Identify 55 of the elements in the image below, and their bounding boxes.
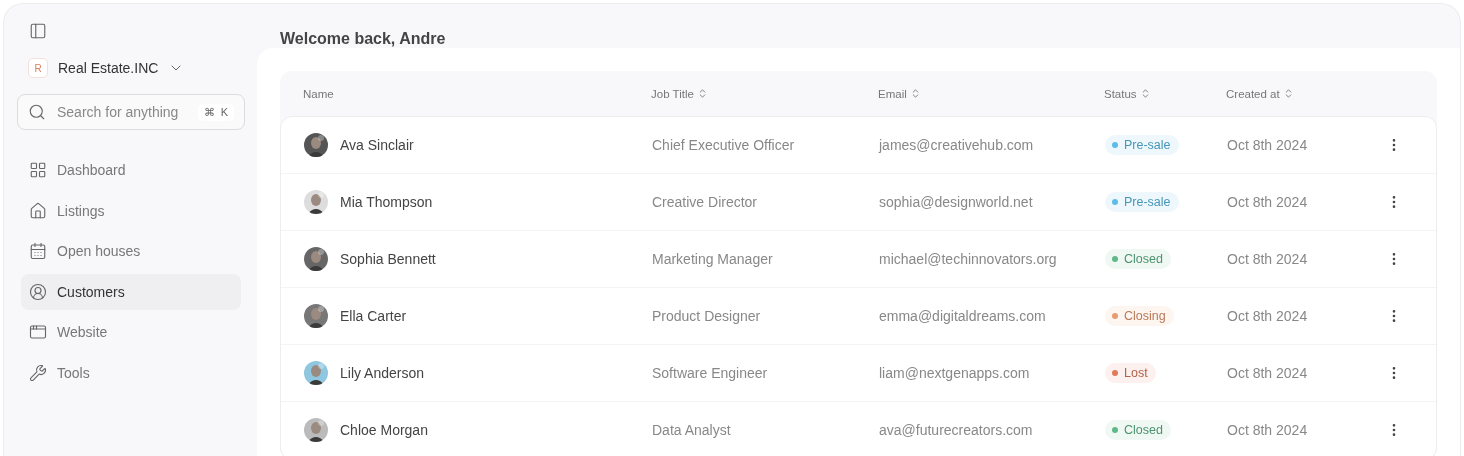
page-title: Welcome back, Andre xyxy=(279,29,447,48)
email: michael@techinnovators.org xyxy=(879,251,1058,267)
status-badge: Pre-sale xyxy=(1105,192,1179,212)
grid-icon xyxy=(29,161,47,179)
shortcut-hint: ⌘ K xyxy=(197,103,234,121)
created-date: Oct 8th 2024 xyxy=(1227,365,1309,381)
created-date: Oct 8th 2024 xyxy=(1227,137,1309,153)
house-icon xyxy=(29,201,47,220)
customer-name: Chloe Morgan xyxy=(340,422,428,438)
job-title: Creative Director xyxy=(652,194,759,210)
email: liam@nextgenapps.com xyxy=(879,365,1031,381)
wrench-icon xyxy=(29,363,47,382)
column-header: Name xyxy=(303,87,335,100)
status-badge: Closing xyxy=(1105,306,1174,326)
search-icon xyxy=(28,103,46,121)
created-date: Oct 8th 2024 xyxy=(1227,308,1309,324)
search-input[interactable]: Search for anything xyxy=(55,103,189,121)
sidebar-toggle-icon[interactable] xyxy=(29,22,47,40)
created-date: Oct 8th 2024 xyxy=(1227,422,1309,438)
column-header[interactable]: Email xyxy=(878,87,1104,100)
status-badge: Closed xyxy=(1105,249,1171,269)
nav-item[interactable]: Website xyxy=(21,314,241,350)
customer-name: Lily Anderson xyxy=(340,365,425,381)
nav-item[interactable]: Open houses xyxy=(21,233,241,269)
column-header[interactable]: Job Title xyxy=(651,87,878,100)
created-date: Oct 8th 2024 xyxy=(1227,194,1309,210)
status-badge: Closed xyxy=(1105,420,1171,440)
job-title: Product Designer xyxy=(652,308,762,324)
email: james@creativehub.com xyxy=(879,137,1035,153)
user-circle-icon xyxy=(29,282,47,301)
status-badge: Lost xyxy=(1105,363,1156,383)
created-date: Oct 8th 2024 xyxy=(1227,251,1309,267)
job-title: Marketing Manager xyxy=(652,251,774,267)
nav-item[interactable]: Customers xyxy=(21,273,241,310)
email: emma@digitaldreams.com xyxy=(879,308,1047,324)
search-bar[interactable]: Search for anything ⌘ K xyxy=(17,94,245,130)
nav-item[interactable]: Dashboard xyxy=(21,152,241,188)
email: sophia@designworld.net xyxy=(879,194,1034,210)
job-title: Data Analyst xyxy=(652,422,732,438)
job-title: Software Engineer xyxy=(652,365,769,381)
job-title: Chief Executive Officer xyxy=(652,137,796,153)
workspace-logo: R xyxy=(28,58,48,78)
status-badge: Pre-sale xyxy=(1105,135,1179,155)
customer-name: Ava Sinclair xyxy=(340,137,414,153)
customer-name: Ella Carter xyxy=(340,308,407,324)
nav-item[interactable]: Tools xyxy=(21,354,241,391)
customer-name: Mia Thompson xyxy=(340,194,433,210)
workspace-name[interactable]: Real Estate.INC xyxy=(58,60,159,76)
customer-name: Sophia Bennett xyxy=(340,251,436,267)
browser-window-icon xyxy=(29,323,47,341)
nav-item[interactable]: Listings xyxy=(21,192,241,229)
column-header[interactable]: Status xyxy=(1104,87,1226,100)
column-header[interactable]: Created at xyxy=(1226,87,1387,100)
calendar-icon xyxy=(29,242,47,260)
email: ava@futurecreators.com xyxy=(879,422,1034,438)
